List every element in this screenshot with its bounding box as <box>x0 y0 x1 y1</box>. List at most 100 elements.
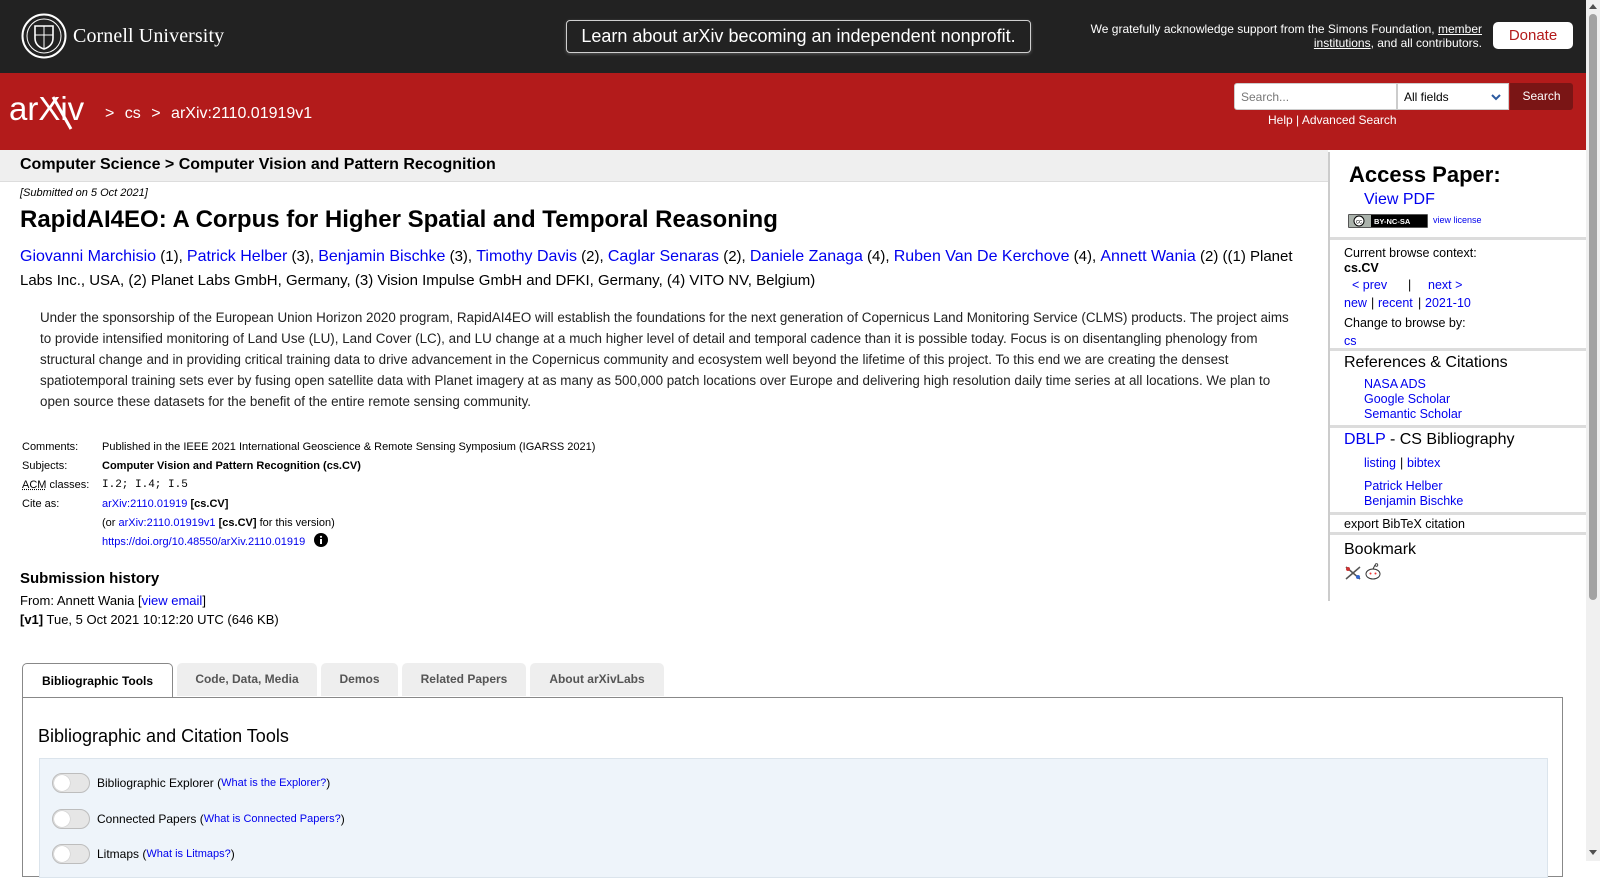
bookmark-section: Bookmark <box>1330 535 1588 601</box>
change-browse-label: Change to browse by: <box>1344 316 1466 330</box>
search-input[interactable]: Search... <box>1234 83 1397 110</box>
breadcrumb-cs[interactable]: cs <box>125 105 141 122</box>
tab-related-papers[interactable]: Related Papers <box>402 663 526 696</box>
arxiv-header: arXiv > cs > arXiv:2110.01919v1 Search..… <box>0 73 1586 150</box>
help-link[interactable]: Help <box>1268 113 1293 127</box>
access-paper-title: Access Paper: <box>1349 162 1501 187</box>
google-scholar-link[interactable]: Google Scholar <box>1364 392 1450 406</box>
explorer-toggle[interactable] <box>52 773 90 793</box>
nonprofit-button[interactable]: Learn about arXiv becoming an independen… <box>566 20 1031 53</box>
page-scrollbar[interactable] <box>1586 0 1600 861</box>
dblp-section: DBLP - CS Bibliography listing | bibtex … <box>1330 428 1588 515</box>
nav-separator: | <box>1371 296 1375 310</box>
connected-papers-toggle[interactable] <box>52 809 90 829</box>
from-suffix: ] <box>202 593 206 608</box>
acm-row: ACM classes: I.2; I.4; I.5 <box>22 476 595 495</box>
cite-version-suffix: for this version) <box>256 517 335 529</box>
author-link[interactable]: Patrick Helber <box>187 248 287 265</box>
search-field-select[interactable]: All fields <box>1397 83 1509 110</box>
browse-cs-link[interactable]: cs <box>1344 334 1357 348</box>
submitted-date: [Submitted on 5 Oct 2021] <box>20 187 148 199</box>
breadcrumb-sep: > <box>151 105 161 122</box>
cite-label: Cite as: <box>22 498 60 510</box>
tab-bibliographic-tools[interactable]: Bibliographic Tools <box>22 663 173 698</box>
panel-title: Bibliographic and Citation Tools <box>38 726 289 746</box>
help-links: Help | Advanced Search <box>1268 113 1397 127</box>
next-link[interactable]: next > <box>1428 278 1462 292</box>
tab-code-data-media[interactable]: Code, Data, Media <box>177 663 317 696</box>
author-link[interactable]: Ruben Van De Kerchove <box>894 248 1070 265</box>
acm-label: ACM classes: <box>22 476 102 495</box>
dblp-link[interactable]: DBLP <box>1344 431 1386 448</box>
advanced-search-link[interactable]: Advanced Search <box>1302 113 1397 127</box>
tab-about-arxivlabs[interactable]: About arXivLabs <box>530 663 664 696</box>
tool-row-connected-papers: Connected Papers (What is Connected Pape… <box>52 809 345 829</box>
author-link[interactable]: Timothy Davis <box>476 248 577 265</box>
subjects-label: Subjects: <box>22 460 68 472</box>
month-link[interactable]: 2021-10 <box>1425 296 1471 310</box>
v1-label[interactable]: [v1] <box>20 612 43 627</box>
author-link[interactable]: Giovanni Marchisio <box>20 248 156 265</box>
tool-row-litmaps: Litmaps (What is Litmaps?) <box>52 844 235 864</box>
tool-help-link[interactable]: What is the Explorer? <box>221 777 326 789</box>
author-link[interactable]: Annett Wania <box>1100 248 1195 265</box>
prev-link[interactable]: < prev <box>1352 278 1387 292</box>
search-button[interactable]: Search <box>1510 83 1573 110</box>
scroll-up-arrow[interactable] <box>1589 4 1597 9</box>
info-icon[interactable] <box>314 533 329 547</box>
export-bibtex-link[interactable]: export BibTeX citation <box>1344 517 1465 531</box>
recent-link[interactable]: recent <box>1378 296 1413 310</box>
semantic-scholar-link[interactable]: Semantic Scholar <box>1364 407 1462 421</box>
arxiv-logo[interactable]: arXiv <box>9 91 101 131</box>
dblp-author-link[interactable]: Benjamin Bischke <box>1364 494 1463 508</box>
cc-badge-text: BY-NC-SA <box>1374 217 1411 226</box>
breadcrumb: > cs > arXiv:2110.01919v1 <box>105 105 318 123</box>
cite-version-link[interactable]: arXiv:2110.01919v1 <box>119 517 216 529</box>
support-suffix: , and all contributors. <box>1370 36 1482 50</box>
doi-link[interactable]: https://doi.org/10.48550/arXiv.2110.0191… <box>102 536 305 548</box>
tool-label: Litmaps <box>97 847 140 861</box>
litmaps-toggle[interactable] <box>52 844 90 864</box>
doi-row: https://doi.org/10.48550/arXiv.2110.0191… <box>22 533 595 552</box>
new-link[interactable]: new <box>1344 296 1367 310</box>
cite-id-link[interactable]: arXiv:2110.01919 <box>102 498 187 510</box>
author-link[interactable]: Benjamin Bischke <box>318 248 445 265</box>
cornell-name: Cornell University <box>73 24 225 47</box>
empty-label <box>22 533 102 552</box>
scroll-thumb[interactable] <box>1589 14 1597 600</box>
metadata-table: Comments: Published in the IEEE 2021 Int… <box>22 438 595 552</box>
view-pdf-link[interactable]: View PDF <box>1364 191 1435 209</box>
cite-version-row: (or arXiv:2110.01919v1 [cs.CV] for this … <box>22 514 595 533</box>
cc-license-icon[interactable]: cc BY-NC-SA <box>1348 214 1428 228</box>
author-affiliation: (1), <box>156 248 187 265</box>
tool-help-link[interactable]: What is Connected Papers? <box>204 813 341 825</box>
author-link[interactable]: Caglar Senaras <box>608 248 719 265</box>
cornell-logo[interactable]: Cornell University <box>21 13 224 59</box>
nav-separator: | <box>1408 278 1412 292</box>
reddit-icon[interactable] <box>1364 563 1382 581</box>
dblp-author-link[interactable]: Patrick Helber <box>1364 479 1443 493</box>
empty-label <box>22 514 102 533</box>
view-license-link[interactable]: view license <box>1433 215 1482 225</box>
acm-value: I.2; I.4; I.5 <box>102 479 188 491</box>
paper-title: RapidAI4EO: A Corpus for Higher Spatial … <box>20 206 778 233</box>
author-affiliation: (3), <box>445 248 477 265</box>
dblp-suffix: - CS Bibliography <box>1385 431 1515 448</box>
chevron-down-icon <box>1491 94 1501 101</box>
donate-button[interactable]: Donate <box>1493 22 1573 49</box>
tool-help-link[interactable]: What is Litmaps? <box>146 848 230 860</box>
nasa-ads-link[interactable]: NASA ADS <box>1364 377 1426 391</box>
cite-or-prefix: (or <box>102 517 119 529</box>
view-email-link[interactable]: view email <box>142 593 203 608</box>
bibsonomy-icon[interactable] <box>1344 565 1362 581</box>
v1-text: Tue, 5 Oct 2021 10:12:20 UTC (646 KB) <box>43 612 279 627</box>
author-link[interactable]: Daniele Zanaga <box>750 248 863 265</box>
scroll-down-arrow[interactable] <box>1589 850 1597 855</box>
listing-link[interactable]: listing <box>1364 456 1396 470</box>
context-value: cs.CV <box>1344 261 1379 275</box>
subjects-value: Computer Vision and Pattern Recognition … <box>102 460 361 472</box>
tab-demos[interactable]: Demos <box>321 663 398 696</box>
access-paper-section: Access Paper: View PDF cc BY-NC-SA view … <box>1330 152 1588 240</box>
bibtex-link[interactable]: bibtex <box>1407 456 1440 470</box>
top-banner: Cornell University Learn about arXiv bec… <box>0 0 1586 73</box>
